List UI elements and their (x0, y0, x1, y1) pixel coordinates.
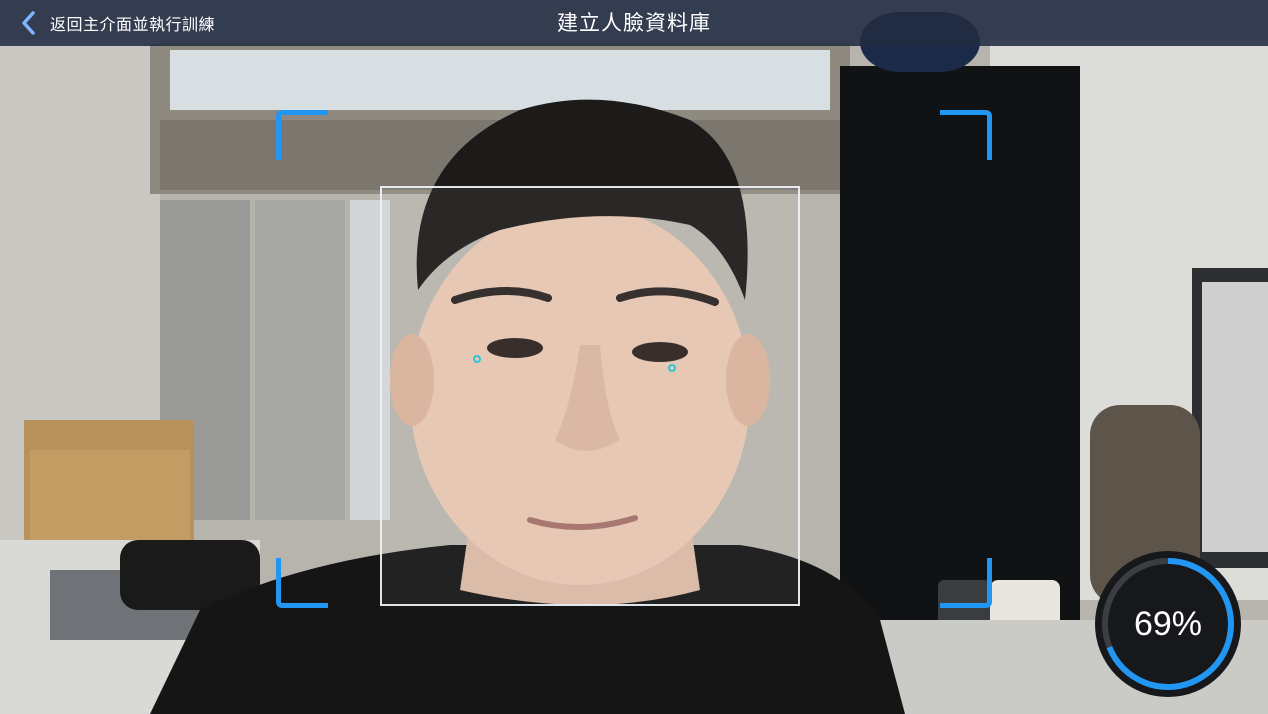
top-bar: 建立人臉資料庫 返回主介面並執行訓練 (0, 0, 1268, 46)
left-eye-marker (473, 355, 481, 363)
scan-frame-corner-top-left (276, 110, 328, 160)
scan-frame-corner-bottom-left (276, 558, 328, 608)
chevron-left-icon (22, 11, 35, 35)
right-eye-marker (668, 364, 676, 372)
back-button[interactable]: 返回主介面並執行訓練 (18, 6, 215, 40)
face-detection-box (380, 186, 800, 606)
progress-percent-label: 69% (1133, 605, 1203, 643)
scan-frame-corner-top-right (940, 110, 992, 160)
face-capture-screen: 建立人臉資料庫 返回主介面並執行訓練 69% (0, 0, 1268, 714)
capture-progress: 69% (1092, 548, 1244, 700)
scan-frame-corner-bottom-right (940, 558, 992, 608)
back-label: 返回主介面並執行訓練 (50, 15, 216, 34)
